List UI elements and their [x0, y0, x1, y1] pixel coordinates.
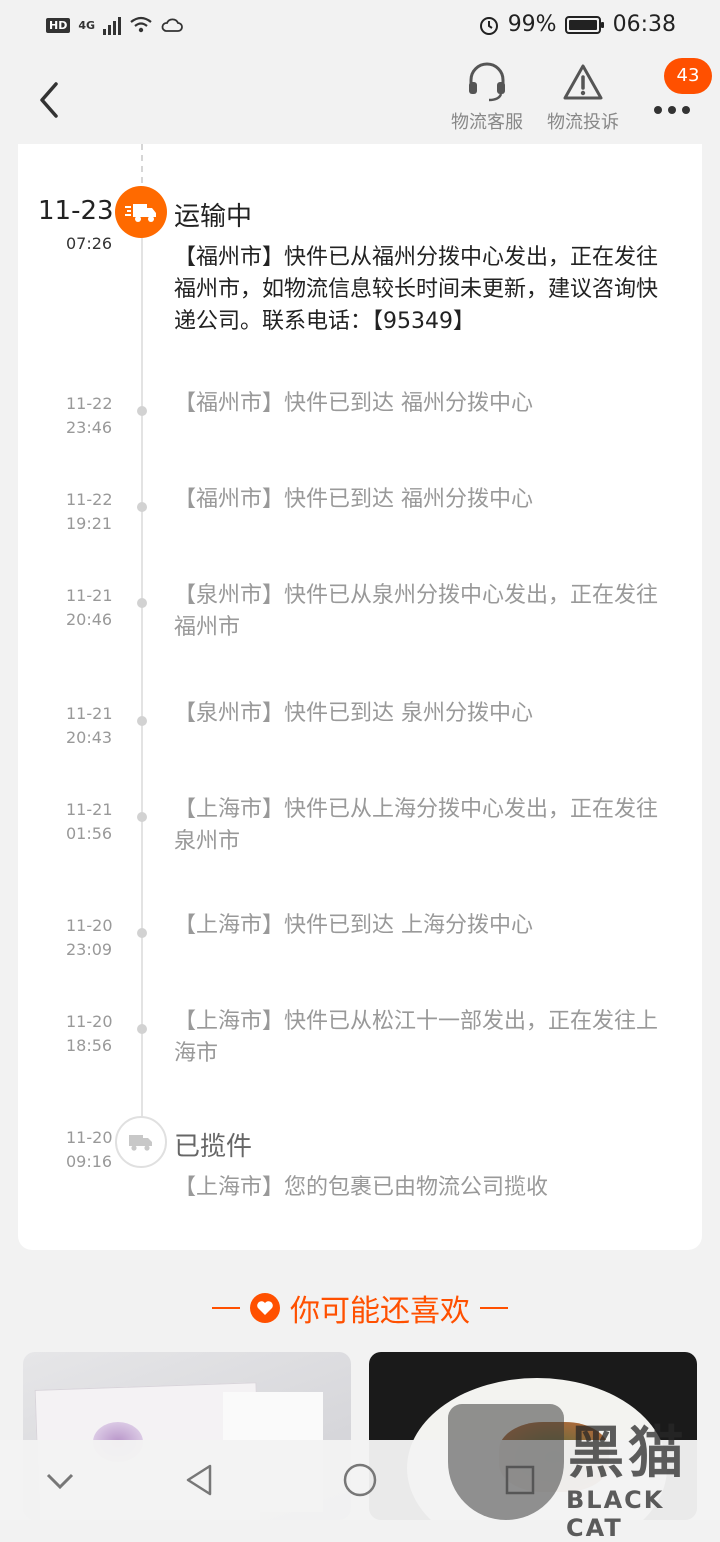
event-text: 【福州市】快件已到达 福州分拨中心	[174, 391, 533, 416]
event-text: 【上海市】快件已从上海分拨中心发出，正在发往泉州市	[174, 797, 659, 854]
current-status-node	[115, 186, 167, 238]
headset-icon	[469, 62, 505, 102]
alarm-icon	[479, 16, 498, 35]
clock: 06:38	[612, 12, 676, 37]
timeline-rail	[141, 234, 143, 1140]
event-date: 11-22	[66, 490, 113, 509]
truck-outline-icon	[129, 1135, 152, 1151]
hd-indicator: HD	[46, 17, 71, 33]
chevron-down-icon[interactable]	[40, 1460, 80, 1500]
battery-icon	[564, 15, 604, 34]
battery-percent: 99%	[507, 12, 557, 37]
watermark-cn: 黑猫	[568, 1421, 688, 1486]
event-time: 20:43	[66, 728, 113, 747]
recommend-left-line	[212, 1307, 240, 1309]
current-time: 07:26	[66, 234, 113, 253]
event-date: 11-20	[66, 1012, 113, 1031]
cloud-icon	[161, 18, 183, 32]
wifi-icon	[130, 16, 152, 33]
status-right: 99% 06:38	[478, 12, 676, 37]
back-button[interactable]	[30, 76, 70, 124]
event-date: 11-21	[66, 586, 113, 605]
current-date: 11-23	[38, 196, 114, 226]
recommend-right-line	[480, 1307, 508, 1309]
event-time: 23:09	[66, 940, 113, 959]
status-bar: HD 4G 99% 06:38	[0, 0, 720, 56]
event-text: 【泉州市】快件已到达 泉州分拨中心	[174, 701, 533, 726]
event-dot	[137, 406, 147, 416]
pickup-status-description: 【上海市】您的包裹已由物流公司揽收	[174, 1175, 549, 1200]
event-dot	[137, 1024, 147, 1034]
event-time: 20:46	[66, 610, 113, 629]
event-time: 18:56	[66, 1036, 113, 1055]
header: 物流客服 物流投诉	[0, 56, 720, 144]
event-date: 11-22	[66, 394, 113, 413]
event-text: 【福州市】快件已到达 福州分拨中心	[174, 487, 533, 512]
logistics-complaint-button[interactable]: 物流投诉	[538, 62, 628, 134]
event-time: 01:56	[66, 824, 113, 843]
pickup-status-node	[115, 1116, 167, 1168]
logistics-complaint-label: 物流投诉	[547, 112, 619, 133]
logistics-service-label: 物流客服	[451, 112, 523, 133]
event-text: 【上海市】快件已从松江十一部发出，正在发往上海市	[174, 1009, 659, 1066]
home-circle-icon[interactable]	[340, 1460, 380, 1500]
event-dot	[137, 812, 147, 822]
heart-icon	[250, 1293, 280, 1323]
truck-icon	[125, 204, 156, 222]
pickup-date: 11-20	[66, 1128, 113, 1147]
pickup-status-title: 已揽件	[174, 1132, 253, 1162]
event-time: 23:46	[66, 418, 113, 437]
event-text: 【泉州市】快件已从泉州分拨中心发出，正在发往福州市	[174, 583, 659, 640]
cat-logo-icon	[448, 1404, 564, 1520]
notification-badge: 43	[664, 58, 712, 94]
logistics-card: 11-23 07:26 运输中 【福州市】快件已从福州分拨中心发出，正在发往福州…	[18, 144, 702, 1250]
recommend-title: 你可能还喜欢	[290, 1294, 470, 1329]
recommend-header: 你可能还喜欢	[0, 1286, 720, 1330]
chevron-left-icon	[40, 82, 58, 118]
warning-triangle-icon	[563, 64, 603, 100]
event-date: 11-21	[66, 800, 113, 819]
current-status-title: 运输中	[174, 202, 253, 232]
signal-icon	[103, 15, 122, 35]
event-dot	[137, 716, 147, 726]
pickup-time: 09:16	[66, 1152, 113, 1171]
event-text: 【上海市】快件已到达 上海分拨中心	[174, 913, 533, 938]
status-left: HD 4G	[46, 15, 183, 35]
watermark: 黑猫 BLACK CAT	[448, 1404, 720, 1542]
event-time: 19:21	[66, 514, 113, 533]
current-status-description: 【福州市】快件已从福州分拨中心发出，正在发往福州市，如物流信息较长时间未更新，建…	[174, 245, 659, 334]
event-dot	[137, 928, 147, 938]
event-dot	[137, 502, 147, 512]
event-date: 11-21	[66, 704, 113, 723]
logistics-service-button[interactable]: 物流客服	[442, 62, 532, 134]
network-type: 4G	[78, 18, 96, 32]
watermark-en: BLACK CAT	[566, 1486, 665, 1542]
battery-fill	[568, 19, 597, 30]
event-date: 11-20	[66, 916, 113, 935]
event-dot	[137, 598, 147, 608]
back-triangle-icon[interactable]	[180, 1460, 220, 1500]
